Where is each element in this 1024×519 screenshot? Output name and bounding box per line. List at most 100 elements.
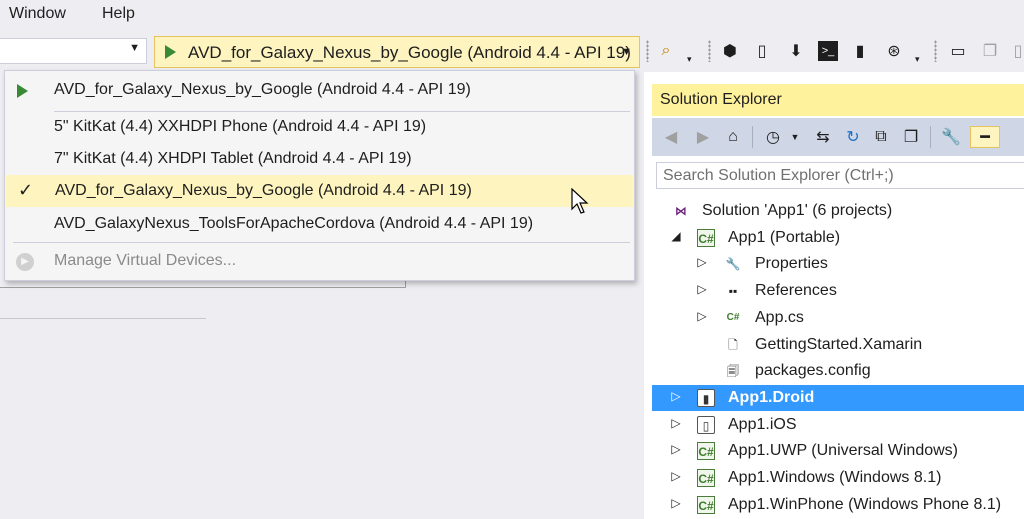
tree-item-label: App.cs bbox=[755, 308, 804, 326]
tree-item-label: App1.Droid bbox=[728, 388, 815, 406]
chevron-down-icon[interactable]: ▼ bbox=[621, 46, 632, 58]
collapse-all-icon[interactable]: ⧉ bbox=[870, 126, 892, 148]
collapsed-arrow-icon[interactable]: ▷ bbox=[670, 496, 682, 510]
collapsed-arrow-icon[interactable]: ▷ bbox=[696, 309, 708, 323]
tree-item[interactable]: ▷ 🔧 Properties bbox=[652, 251, 1024, 277]
home-icon[interactable]: ⌂ bbox=[722, 126, 744, 148]
tree-item-label: App1.iOS bbox=[728, 415, 797, 433]
menu-window[interactable]: Window bbox=[9, 5, 66, 23]
solution-explorer-title: Solution Explorer bbox=[652, 84, 1024, 116]
tree-item[interactable]: ◢ C# App1 (Portable) bbox=[652, 225, 1024, 251]
tree-item-label: App1.WinPhone (Windows Phone 8.1) bbox=[728, 495, 1002, 513]
expanded-arrow-icon[interactable]: ◢ bbox=[670, 229, 682, 243]
solution-explorer-search-input[interactable]: Search Solution Explorer (Ctrl+;) bbox=[656, 162, 1024, 189]
dropdown-item-label: 5" KitKat (4.4) XXHDPI Phone (Android 4.… bbox=[54, 118, 427, 135]
collapsed-arrow-icon[interactable]: ▷ bbox=[670, 469, 682, 483]
paste-icon[interactable]: ▯ bbox=[1008, 41, 1024, 61]
tree-item-label: Properties bbox=[755, 255, 828, 273]
xamarin-icon[interactable]: ⊛ bbox=[884, 41, 904, 61]
dropdown-item-label: Manage Virtual Devices... bbox=[54, 252, 237, 269]
dropdown-item-label: AVD_GalaxyNexus_ToolsForApacheCordova (A… bbox=[54, 215, 534, 232]
tree-item[interactable]: ▷ ▯ App1.iOS bbox=[652, 412, 1024, 438]
menu-help[interactable]: Help bbox=[102, 5, 135, 23]
collapsed-arrow-icon[interactable]: ▷ bbox=[670, 442, 682, 456]
start-icon[interactable]: ⬢ bbox=[720, 41, 740, 61]
tree-item[interactable]: ⋈ Solution 'App1' (6 projects) bbox=[652, 198, 1024, 224]
find-in-files-icon[interactable]: ⌕ bbox=[656, 41, 676, 61]
tree-item[interactable]: 🗋 GettingStarted.Xamarin bbox=[652, 332, 1024, 358]
csharp-project-icon: C# bbox=[697, 495, 715, 514]
csharp-file-icon: C# bbox=[726, 311, 740, 323]
tree-item-label: References bbox=[755, 282, 837, 300]
copy-icon[interactable]: ❐ bbox=[980, 41, 1000, 61]
tree-item[interactable]: ▷ ▪▪ References bbox=[652, 278, 1024, 304]
file-icon: 🗋 bbox=[728, 337, 738, 352]
tree-item-label: GettingStarted.Xamarin bbox=[755, 335, 923, 353]
play-icon bbox=[165, 45, 176, 59]
solution-icon: ⋈ bbox=[675, 204, 687, 218]
dropdown-item[interactable]: AVD_GalaxyNexus_ToolsForApacheCordova (A… bbox=[5, 208, 634, 240]
menu-bar: Window Help bbox=[0, 0, 1024, 30]
screen-icon[interactable]: ▭ bbox=[948, 41, 968, 61]
chevron-down-icon[interactable]: ▼ bbox=[784, 126, 806, 148]
collapsed-arrow-icon[interactable]: ▷ bbox=[670, 389, 682, 403]
collapsed-arrow-icon[interactable]: ▷ bbox=[696, 255, 708, 269]
android-sdk-icon[interactable]: ⬇ bbox=[786, 41, 806, 61]
pin-icon[interactable]: ━ bbox=[970, 126, 1000, 148]
refresh-icon[interactable]: ↻ bbox=[842, 126, 864, 148]
editor-line bbox=[0, 318, 206, 319]
wrench-icon[interactable]: 🔧 bbox=[940, 126, 962, 148]
solution-explorer-toolbar: ◀ ▶ ⌂ ◷ ▼ ⇆ ↻ ⧉ ❐ 🔧 ━ bbox=[652, 118, 1024, 156]
solution-explorer-panel: Solution Explorer ◀ ▶ ⌂ ◷ ▼ ⇆ ↻ ⧉ ❐ 🔧 ━ … bbox=[636, 72, 1024, 519]
collapsed-arrow-icon[interactable]: ▷ bbox=[670, 416, 682, 430]
tree-item[interactable]: ▷ C# App1.WinPhone (Windows Phone 8.1) bbox=[652, 492, 1024, 518]
editor-line bbox=[0, 287, 406, 288]
config-file-icon: 🗐 bbox=[727, 364, 739, 379]
mouse-pointer-icon bbox=[571, 188, 589, 214]
run-target-dropdown: AVD_for_Galaxy_Nexus_by_Google (Android … bbox=[4, 70, 635, 281]
toolbar-overflow-icon[interactable]: ▾ bbox=[687, 54, 692, 65]
tree-item-label: App1.Windows (Windows 8.1) bbox=[728, 469, 942, 486]
dropdown-item[interactable]: 5" KitKat (4.4) XXHDPI Phone (Android 4.… bbox=[5, 111, 634, 143]
android-project-icon: ▮ bbox=[697, 388, 715, 407]
pending-changes-icon[interactable]: ◷ bbox=[762, 126, 784, 148]
device-icon[interactable]: ▮ bbox=[850, 41, 870, 61]
forward-icon[interactable]: ▶ bbox=[692, 126, 714, 148]
device-log-icon[interactable]: ▯ bbox=[752, 41, 772, 61]
dropdown-item-selected[interactable]: ✓ AVD_for_Galaxy_Nexus_by_Google (Androi… bbox=[6, 175, 633, 207]
toolbar-grip[interactable] bbox=[934, 40, 937, 62]
dropdown-item-current[interactable]: AVD_for_Galaxy_Nexus_by_Google (Android … bbox=[5, 74, 634, 106]
tree-item-label: Solution 'App1' (6 projects) bbox=[702, 202, 893, 219]
csharp-project-icon: C# bbox=[697, 469, 715, 487]
dropdown-item-label: 7" KitKat (4.4) XHDPI Tablet (Android 4.… bbox=[54, 150, 412, 167]
tree-item[interactable]: ▷ ▮ App1.Droid bbox=[652, 384, 1024, 411]
sync-icon[interactable]: ⇆ bbox=[812, 126, 834, 148]
tree-item[interactable]: ▷ C# App.cs bbox=[652, 305, 1024, 331]
dropdown-separator bbox=[13, 242, 630, 243]
configuration-combo[interactable]: ▼ bbox=[0, 38, 147, 64]
tree-item[interactable]: ▷ C# App1.UWP (Universal Windows) bbox=[652, 438, 1024, 464]
ios-project-icon: ▯ bbox=[697, 415, 715, 434]
run-target-button[interactable]: AVD_for_Galaxy_Nexus_by_Google (Android … bbox=[154, 36, 640, 68]
toolbar-grip[interactable] bbox=[646, 40, 649, 62]
toolbar-separator bbox=[930, 126, 931, 148]
wrench-icon: 🔧 bbox=[725, 257, 741, 272]
dropdown-item[interactable]: 7" KitKat (4.4) XHDPI Tablet (Android 4.… bbox=[5, 143, 634, 175]
tree-item-label: packages.config bbox=[755, 362, 871, 380]
show-all-files-icon[interactable]: ❐ bbox=[900, 126, 922, 148]
csharp-project-icon: C# bbox=[697, 442, 715, 461]
tree-item[interactable]: 🗐 packages.config bbox=[652, 358, 1024, 384]
toolbar-overflow-icon[interactable]: ▾ bbox=[915, 54, 920, 65]
back-icon[interactable]: ◀ bbox=[660, 126, 682, 148]
toolbar-grip[interactable] bbox=[708, 40, 711, 62]
collapsed-arrow-icon[interactable]: ▷ bbox=[696, 282, 708, 296]
terminal-icon[interactable]: >_ bbox=[818, 41, 838, 61]
toolbar-separator bbox=[752, 126, 753, 148]
chevron-down-icon: ▼ bbox=[129, 42, 140, 54]
play-icon bbox=[17, 84, 28, 98]
dropdown-item-label: AVD_for_Galaxy_Nexus_by_Google (Android … bbox=[54, 81, 471, 98]
tree-item[interactable]: ▷ C# App1.Windows (Windows 8.1) bbox=[652, 465, 1024, 491]
run-target-label: AVD_for_Galaxy_Nexus_by_Google (Android … bbox=[188, 43, 631, 62]
csharp-project-icon: C# bbox=[697, 228, 715, 247]
manage-virtual-devices-item[interactable]: ▶ Manage Virtual Devices... bbox=[5, 245, 634, 277]
